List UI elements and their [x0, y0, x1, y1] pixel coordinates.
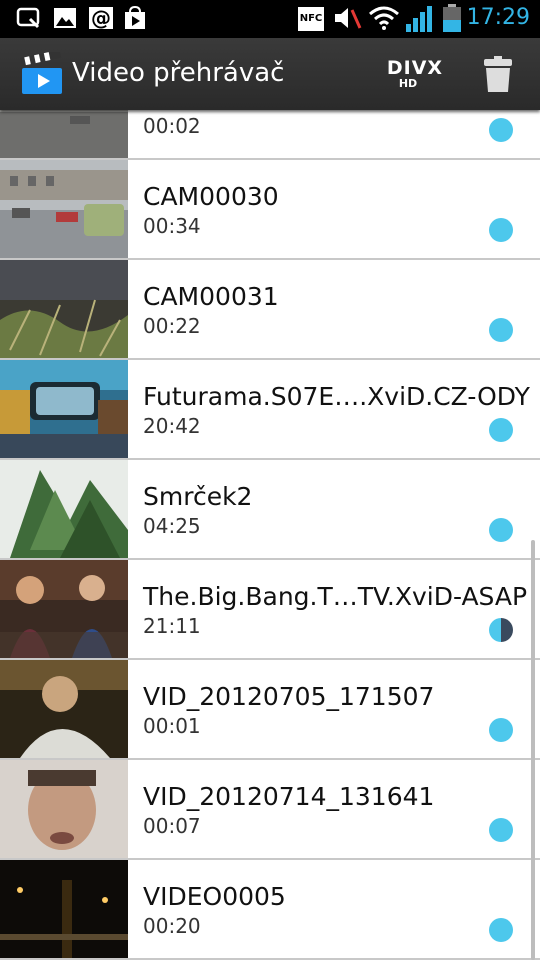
- mute-icon: [335, 8, 362, 29]
- video-title: CAM00030: [143, 182, 279, 211]
- signal-icon: [406, 6, 432, 32]
- video-thumbnail: [0, 860, 128, 958]
- list-item[interactable]: VID_20120714_131641 00:07: [0, 760, 540, 860]
- video-duration: 00:20: [143, 914, 201, 938]
- list-item[interactable]: Futurama.S07E….XviD.CZ-ODY 20:42: [0, 360, 540, 460]
- video-title: CAM00031: [143, 282, 279, 311]
- svg-text:@: @: [91, 6, 111, 30]
- video-title: VID_20120714_131641: [143, 782, 435, 811]
- nfc-icon: NFC: [298, 7, 324, 31]
- page-title: Video přehrávač: [72, 58, 285, 88]
- trash-icon[interactable]: [480, 56, 516, 94]
- partial-progress-dot: [489, 618, 513, 642]
- list-item[interactable]: CAM00030 00:34: [0, 160, 540, 260]
- email-notification-icon: @: [89, 6, 113, 30]
- image-notification-icon: [54, 8, 76, 28]
- video-duration: 20:42: [143, 414, 201, 438]
- video-thumbnail: [0, 460, 128, 558]
- list-item[interactable]: VID_20120705_171507 00:01: [0, 660, 540, 760]
- status-bar: @ NFC 17:29: [0, 0, 540, 38]
- video-title: The.Big.Bang.T…TV.XviD-ASAP: [143, 582, 528, 611]
- video-thumbnail: [0, 660, 128, 758]
- divx-sub-label: HD: [398, 77, 418, 90]
- play-store-notification-icon: [125, 6, 145, 29]
- video-thumbnail: [0, 560, 128, 658]
- video-duration: 21:11: [143, 614, 201, 638]
- battery-icon: [443, 4, 461, 32]
- video-duration: 00:07: [143, 814, 201, 838]
- status-dot: [489, 418, 513, 442]
- video-thumbnail: [0, 160, 128, 258]
- video-thumbnail: [0, 360, 128, 458]
- video-title: Smrček2: [143, 482, 253, 511]
- video-title: VIDEO0005: [143, 882, 286, 911]
- list-item[interactable]: The.Big.Bang.T…TV.XviD-ASAP 21:11: [0, 560, 540, 660]
- search-notification-icon: [16, 7, 40, 29]
- status-dot: [489, 518, 513, 542]
- video-title: VID_20120705_171507: [143, 682, 435, 711]
- status-dot: [489, 918, 513, 942]
- video-duration: 00:02: [143, 114, 201, 138]
- action-bar: Video přehrávač DIVX HD: [0, 38, 540, 110]
- scrollbar[interactable]: [531, 540, 535, 960]
- list-item[interactable]: VIDEO0005 00:20: [0, 860, 540, 960]
- video-thumbnail: [0, 760, 128, 858]
- clapperboard-icon[interactable]: [20, 52, 64, 96]
- video-duration: 00:01: [143, 714, 201, 738]
- video-thumbnail: [0, 260, 128, 358]
- wifi-icon: [369, 6, 399, 30]
- video-duration: 04:25: [143, 514, 201, 538]
- list-item[interactable]: CAM00031 00:22: [0, 260, 540, 360]
- list-item[interactable]: Smrček2 04:25: [0, 460, 540, 560]
- list-item[interactable]: 00:02: [0, 110, 540, 160]
- status-dot: [489, 818, 513, 842]
- status-dot: [489, 318, 513, 342]
- clock: 17:29: [466, 5, 530, 30]
- status-dot: [489, 218, 513, 242]
- video-duration: 00:22: [143, 314, 201, 338]
- divx-label: DIVX: [386, 57, 444, 79]
- video-title: Futurama.S07E….XviD.CZ-ODY: [143, 382, 530, 411]
- video-list[interactable]: 00:02 CAM00030 00:34 CAM00031 00:22 Futu…: [0, 110, 540, 960]
- video-duration: 00:34: [143, 214, 201, 238]
- status-dot: [489, 118, 513, 142]
- status-dot: [489, 718, 513, 742]
- video-thumbnail: [0, 110, 128, 158]
- divx-logo[interactable]: DIVX HD: [386, 58, 444, 92]
